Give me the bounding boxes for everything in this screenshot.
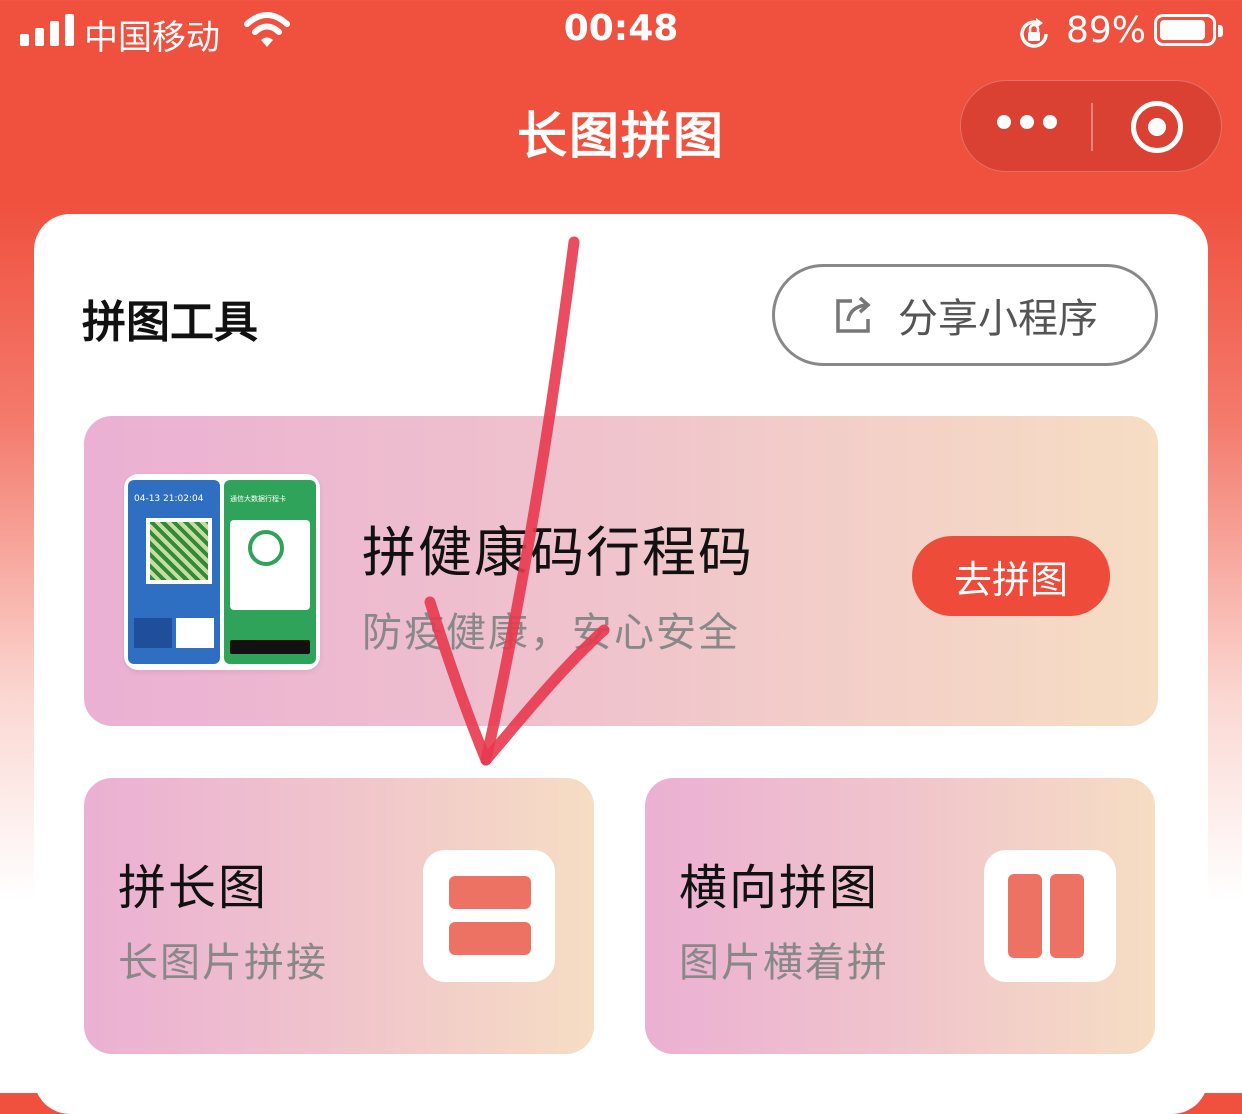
share-icon [836,296,871,333]
battery-icon [1154,14,1223,46]
health-code-card[interactable]: 04-13 21:02:04 通信大数据行程卡 拼健康码行程码 防疫健康，安心安… [84,416,1158,726]
tool-subtitle: 长图片拼接 [118,940,328,986]
stack-rows-icon [423,850,555,982]
horizontal-stitch-card[interactable]: 横向拼图 图片横着拼 [645,778,1155,1054]
close-program-icon[interactable] [1131,101,1183,153]
feature-title: 拼健康码行程码 [362,521,754,584]
mini-program-capsule [960,80,1222,172]
feature-subtitle: 防疫健康，安心安全 [362,610,740,656]
qr-code-icon [146,518,212,584]
thumbnail-trip-card: 通信大数据行程卡 [224,480,316,664]
capsule-divider [1091,103,1093,151]
tool-title: 横向拼图 [679,860,880,916]
thumbnail-trip-title: 通信大数据行程卡 [230,495,286,503]
up-arrow-icon [248,530,284,566]
status-bar: 中国移动 00:48 89% [0,0,1242,70]
tool-subtitle: 图片横着拼 [679,940,889,986]
thumbnail-health-code: 04-13 21:02:04 [128,480,220,664]
side-columns-icon [984,850,1116,982]
share-mini-program-button[interactable]: 分享小程序 [772,264,1158,366]
go-stitch-button[interactable]: 去拼图 [912,536,1110,616]
battery-percent: 89% [1066,10,1147,51]
tools-panel: 拼图工具 分享小程序 04-13 21:02:04 通信大数据行程卡 拼健康码行… [34,214,1208,1114]
clock: 00:48 [563,8,679,49]
section-title: 拼图工具 [82,297,258,348]
thumbnail-tile [134,618,172,648]
thumbnail-tile [176,618,214,648]
health-code-thumbnail: 04-13 21:02:04 通信大数据行程卡 [124,474,320,670]
thumbnail-bar [230,640,310,654]
long-image-card[interactable]: 拼长图 长图片拼接 [84,778,594,1054]
tool-title: 拼长图 [118,860,269,916]
rotation-lock-icon [1020,18,1048,48]
thumbnail-time: 04-13 21:02:04 [134,494,204,504]
more-menu-icon[interactable] [997,115,1057,129]
share-label: 分享小程序 [898,296,1098,342]
